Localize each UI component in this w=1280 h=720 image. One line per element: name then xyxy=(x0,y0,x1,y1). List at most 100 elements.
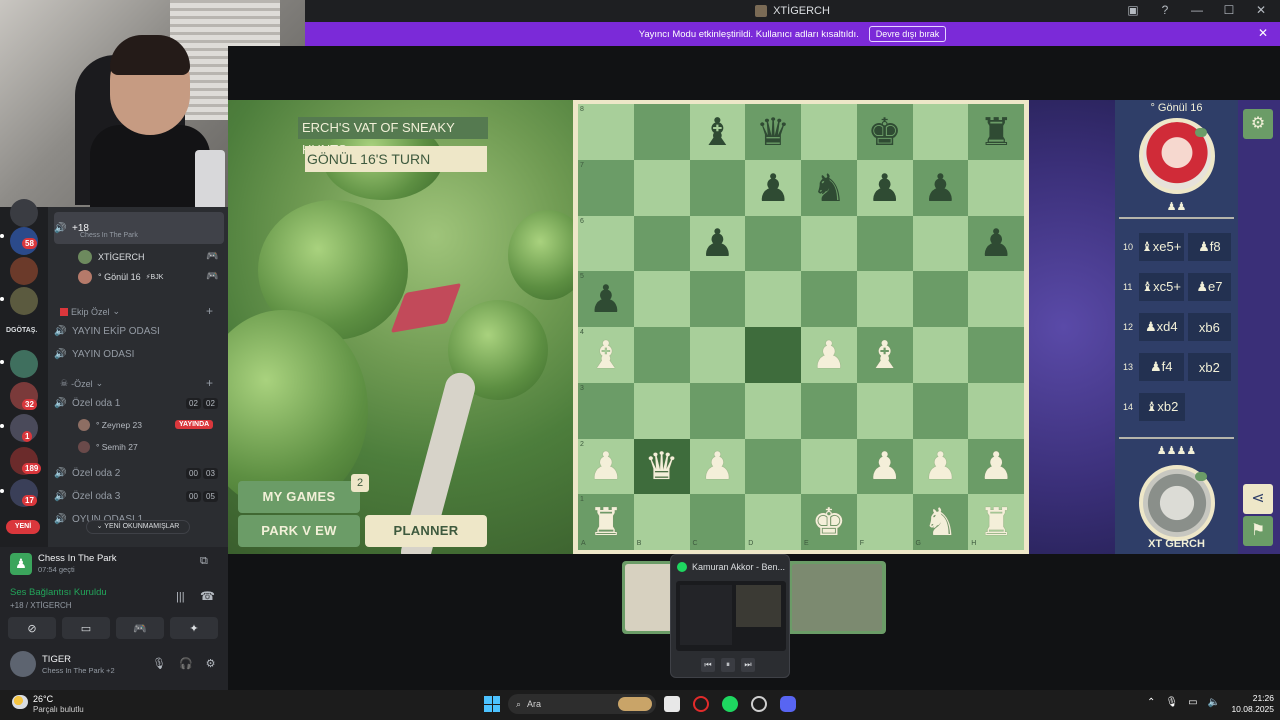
mic-icon[interactable]: 🎙 xyxy=(1165,697,1178,708)
volume-icon[interactable]: 🔈 xyxy=(1208,697,1220,708)
voice-channel[interactable]: 🔊 YAYIN EKİP ODASI xyxy=(54,321,224,341)
square-h7[interactable] xyxy=(968,159,1024,216)
white-piece-a4[interactable]: ♝ xyxy=(578,327,634,383)
park-view-button[interactable]: PARK V EW xyxy=(238,515,360,547)
participant-tile[interactable] xyxy=(792,564,882,631)
white-piece-c2[interactable]: ♟ xyxy=(690,439,746,495)
square-f1[interactable] xyxy=(856,494,913,550)
square-b7[interactable] xyxy=(633,159,690,216)
square-f5[interactable] xyxy=(856,271,913,327)
square-c4[interactable] xyxy=(689,327,746,383)
square-e5[interactable] xyxy=(801,271,857,327)
inbox-icon[interactable]: ▣ xyxy=(1124,3,1142,17)
square-a8[interactable] xyxy=(578,104,634,160)
category-team[interactable]: Ekip Özel ⌄ xyxy=(60,306,120,317)
spotify-preview-popup[interactable]: Kamuran Akkor - Ben... ⏮ ⏸ ⏭ xyxy=(670,554,790,678)
square-d1[interactable] xyxy=(745,494,801,550)
next-track-button[interactable]: ⏭ xyxy=(741,658,755,672)
window-thumbnail[interactable] xyxy=(676,581,786,651)
start-button[interactable] xyxy=(484,696,500,712)
planner-button[interactable]: PLANNER xyxy=(365,515,487,547)
white-piece-g2[interactable]: ♟ xyxy=(913,439,969,495)
square-d4[interactable] xyxy=(745,327,801,383)
black-piece-f8[interactable]: ♚ xyxy=(857,104,913,160)
opera-icon[interactable] xyxy=(693,696,709,712)
noise-icon[interactable]: ||| xyxy=(176,591,185,603)
black-piece-h6[interactable]: ♟ xyxy=(968,216,1024,272)
voice-member[interactable]: XTİGERCH xyxy=(78,250,145,264)
square-a6[interactable] xyxy=(578,215,634,272)
close-icon[interactable]: ✕ xyxy=(1258,26,1268,40)
move-row[interactable]: 10 ♝xe5+ ♟f8 xyxy=(1123,233,1231,261)
square-h4[interactable] xyxy=(968,327,1024,383)
help-icon[interactable]: ? xyxy=(1156,3,1174,17)
server-icon[interactable] xyxy=(10,199,38,227)
avatar[interactable] xyxy=(10,651,36,677)
white-piece-a2[interactable]: ♟ xyxy=(578,439,634,495)
mic-icon[interactable]: 🎙 xyxy=(152,657,166,670)
square-f6[interactable] xyxy=(856,215,913,272)
server-icon[interactable] xyxy=(10,350,38,378)
game-app-icon[interactable]: ♟ xyxy=(10,553,32,575)
new-servers-pill[interactable]: YENİ xyxy=(6,520,40,534)
square-e2[interactable] xyxy=(801,438,857,495)
camera-off-button[interactable]: ⊘ xyxy=(8,617,56,639)
settings-gear-icon[interactable]: ⚙ xyxy=(1243,109,1273,139)
voice-member[interactable]: ° Gönül 16 ⚡BJK xyxy=(78,270,163,284)
square-a3[interactable] xyxy=(578,382,634,439)
share-icon[interactable]: ⋖ xyxy=(1243,484,1273,514)
task-view-icon[interactable] xyxy=(664,696,680,712)
voice-status[interactable]: Ses Bağlantısı Kuruldu xyxy=(10,587,107,598)
white-piece-b2[interactable]: ♛ xyxy=(634,439,690,495)
move-row[interactable]: 14 ♝xb2 xyxy=(1123,393,1231,421)
black-piece-c8[interactable]: ♝ xyxy=(690,104,746,160)
square-b1[interactable] xyxy=(633,494,690,550)
network-icon[interactable]: ▭ xyxy=(1188,697,1197,708)
square-c7[interactable] xyxy=(689,159,746,216)
black-piece-f7[interactable]: ♟ xyxy=(857,160,913,216)
black-piece-a5[interactable]: ♟ xyxy=(578,271,634,327)
square-a7[interactable] xyxy=(578,159,634,216)
white-piece-h2[interactable]: ♟ xyxy=(968,439,1024,495)
square-e6[interactable] xyxy=(801,215,857,272)
square-d6[interactable] xyxy=(745,215,801,272)
weather-icon[interactable] xyxy=(12,695,28,709)
spotify-icon[interactable] xyxy=(722,696,738,712)
black-piece-g7[interactable]: ♟ xyxy=(913,160,969,216)
voice-member[interactable]: ° Zeynep 23 xyxy=(78,419,142,431)
white-piece-e4[interactable]: ♟ xyxy=(801,327,857,383)
white-piece-a1[interactable]: ♜ xyxy=(578,494,634,550)
black-piece-h8[interactable]: ♜ xyxy=(968,104,1024,160)
square-c3[interactable] xyxy=(689,382,746,439)
server-icon[interactable] xyxy=(10,257,38,285)
steam-icon[interactable] xyxy=(751,696,767,712)
previous-track-button[interactable]: ⏮ xyxy=(701,658,715,672)
square-e8[interactable] xyxy=(801,104,857,160)
taskbar-search[interactable]: ⌕ Ara xyxy=(508,694,656,714)
move-row[interactable]: 13 ♟f4 xb2 xyxy=(1123,353,1231,381)
voice-member[interactable]: ° Semih 27 xyxy=(78,441,138,453)
square-f3[interactable] xyxy=(856,382,913,439)
white-piece-f2[interactable]: ♟ xyxy=(857,439,913,495)
square-h3[interactable] xyxy=(968,382,1024,439)
square-g4[interactable] xyxy=(912,327,969,383)
square-b6[interactable] xyxy=(633,215,690,272)
voice-channel[interactable]: 🔊 YAYIN ODASI xyxy=(54,344,224,364)
chess-board[interactable]: 8 7 6 5 4 3 2 1 A B C D E F G H ♝ ♛ ♚ ♜ ♟ ♞ ♟ ♟ ♟ ♟ ♟ ♝ ♟ ♝ ♟ ♛ ♟ ♟ ♟ ♟ ♜ ♚ ♞ ♜ xyxy=(573,100,1029,554)
move-row[interactable]: 12 ♟xd4 xb6 xyxy=(1123,313,1231,341)
pause-button[interactable]: ⏸ xyxy=(721,658,735,672)
headphones-icon[interactable]: 🎧 xyxy=(179,657,193,670)
black-piece-e7[interactable]: ♞ xyxy=(801,160,857,216)
minimize-button[interactable]: — xyxy=(1188,3,1206,17)
white-piece-f4[interactable]: ♝ xyxy=(857,327,913,383)
move-row[interactable]: 11 ♝xc5+ ♟e7 xyxy=(1123,273,1231,301)
gear-icon[interactable]: ⚙ xyxy=(206,657,216,670)
square-g5[interactable] xyxy=(912,271,969,327)
white-piece-e1[interactable]: ♚ xyxy=(801,494,857,550)
square-e3[interactable] xyxy=(801,382,857,439)
server-icon[interactable] xyxy=(10,287,38,315)
square-d5[interactable] xyxy=(745,271,801,327)
square-b4[interactable] xyxy=(633,327,690,383)
discord-icon[interactable] xyxy=(780,696,796,712)
my-games-button[interactable]: MY GAMES xyxy=(238,481,360,513)
